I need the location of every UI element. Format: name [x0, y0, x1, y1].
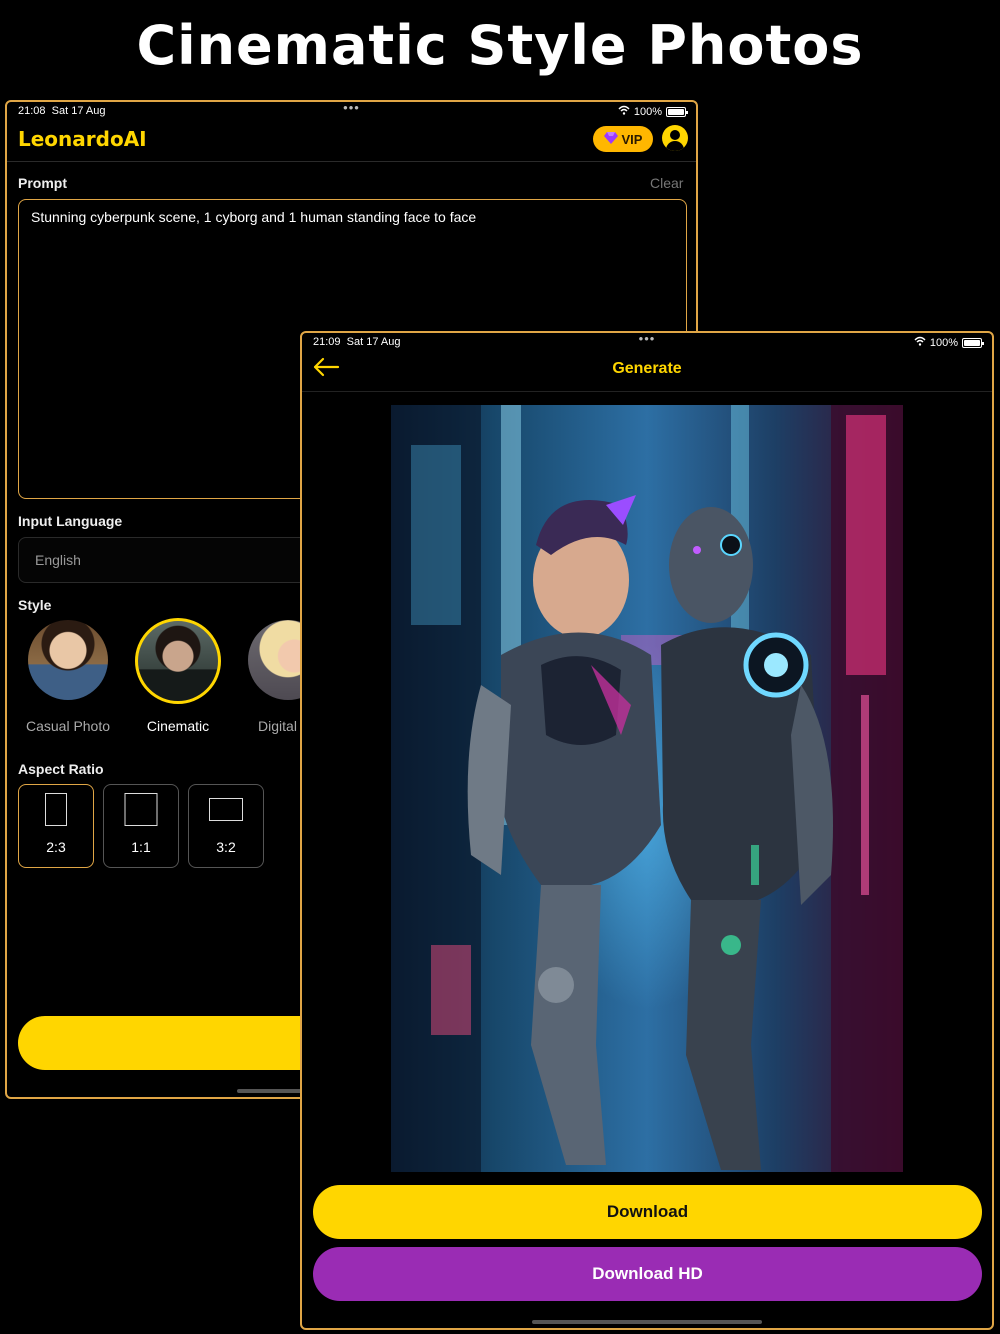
- download-hd-button[interactable]: Download HD: [313, 1247, 982, 1301]
- multitask-dots[interactable]: •••: [343, 102, 360, 115]
- ratio-label: 1:1: [131, 839, 151, 855]
- wifi-icon: [914, 336, 926, 349]
- vip-button[interactable]: VIP: [593, 126, 653, 152]
- page-headline: Cinematic Style Photos: [136, 14, 864, 77]
- cinematic-thumbnail: [135, 618, 221, 704]
- portrait-icon: [45, 793, 67, 826]
- input-language-label: Input Language: [18, 513, 123, 529]
- vip-label: VIP: [621, 131, 643, 147]
- generated-image: [391, 405, 903, 1172]
- download-button[interactable]: Download: [313, 1185, 982, 1239]
- style-option-label: Casual Photo: [25, 718, 111, 734]
- status-time: 21:08 Sat 17 Aug: [18, 105, 106, 117]
- style-option-casual-photo[interactable]: Casual Photo: [13, 620, 123, 734]
- header-divider: [302, 391, 992, 392]
- input-language-select[interactable]: English: [18, 537, 318, 583]
- clear-button[interactable]: Clear: [650, 175, 683, 191]
- profile-icon[interactable]: [662, 125, 688, 151]
- ratio-label: 2:3: [46, 839, 66, 855]
- header-divider: [7, 161, 696, 162]
- status-bar: 21:09 Sat 17 Aug ••• 100%: [302, 333, 992, 353]
- casual-photo-thumbnail: [28, 620, 108, 700]
- status-time: 21:09 Sat 17 Aug: [313, 336, 401, 348]
- prompt-label: Prompt: [18, 175, 67, 191]
- status-bar: 21:08 Sat 17 Aug ••• 100%: [7, 102, 696, 122]
- battery-percent: 100%: [929, 336, 958, 349]
- battery-icon: [666, 106, 688, 117]
- diamond-icon: [603, 131, 618, 147]
- style-option-label: Cinematic: [146, 718, 210, 734]
- square-icon: [124, 793, 158, 826]
- multitask-dots[interactable]: •••: [639, 333, 656, 346]
- home-indicator: [532, 1320, 762, 1324]
- generate-screen: 21:09 Sat 17 Aug ••• 100% Generate Downl…: [300, 331, 994, 1330]
- battery-percent: 100%: [633, 105, 662, 118]
- ratio-label: 3:2: [216, 839, 236, 855]
- aspect-ratio-label: Aspect Ratio: [18, 761, 104, 777]
- ratio-option-1-1[interactable]: 1:1: [103, 784, 179, 868]
- battery-icon: [962, 337, 984, 348]
- style-label: Style: [18, 597, 52, 613]
- ratio-option-3-2[interactable]: 3:2: [188, 784, 264, 868]
- page-title: Generate: [612, 360, 682, 377]
- wifi-icon: [618, 105, 630, 118]
- ratio-option-2-3[interactable]: 2:3: [18, 784, 94, 868]
- app-title: LeonardoAI: [18, 127, 147, 151]
- landscape-icon: [209, 798, 243, 821]
- style-option-cinematic[interactable]: Cinematic: [123, 618, 233, 734]
